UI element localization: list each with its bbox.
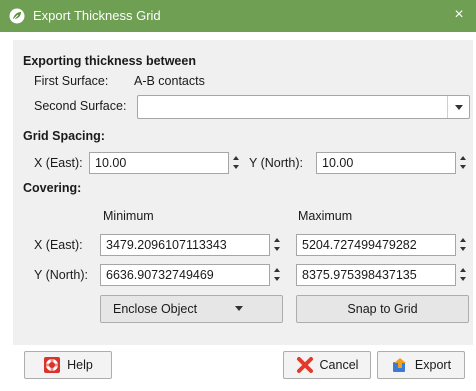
spin-down-icon[interactable] — [460, 277, 466, 281]
export-button[interactable]: Export — [377, 351, 465, 379]
chevron-down-icon — [235, 306, 243, 311]
cancel-label: Cancel — [319, 358, 359, 372]
help-lifebuoy-icon — [44, 356, 61, 373]
covering-x-label: X (East): — [34, 238, 83, 252]
enclose-object-button[interactable]: Enclose Object — [100, 295, 283, 323]
grid-spacing-heading: Grid Spacing: — [23, 129, 105, 143]
covering-y-min-spinner[interactable] — [271, 264, 283, 286]
spin-up-icon[interactable] — [233, 156, 239, 160]
spin-up-icon[interactable] — [274, 268, 280, 272]
covering-y-label: Y (North): — [34, 268, 88, 282]
first-surface-label: First Surface: — [34, 74, 109, 88]
help-button[interactable]: Help — [24, 351, 112, 379]
grid-y-label: Y (North): — [249, 156, 303, 170]
covering-y-min-input[interactable]: 6636.90732749469 — [100, 264, 270, 286]
exporting-heading: Exporting thickness between — [23, 54, 196, 68]
second-surface-select[interactable] — [137, 95, 470, 119]
spin-up-icon[interactable] — [460, 156, 466, 160]
second-surface-dropdown[interactable] — [447, 96, 469, 118]
covering-x-min-input[interactable]: 3479.2096107113343 — [100, 234, 270, 256]
grid-y-input[interactable]: 10.00 — [316, 152, 456, 174]
covering-x-min-spinner[interactable] — [271, 234, 283, 256]
snap-to-grid-button[interactable]: Snap to Grid — [296, 295, 469, 323]
chevron-down-icon — [455, 105, 463, 110]
covering-heading: Covering: — [23, 181, 82, 195]
grid-y-spinner[interactable] — [457, 152, 469, 174]
dialog-panel: Exporting thickness between First Surfac… — [13, 40, 473, 345]
app-leaf-icon — [9, 8, 25, 24]
minimum-header: Minimum — [103, 209, 154, 223]
grid-x-label: X (East): — [34, 156, 83, 170]
spin-down-icon[interactable] — [460, 165, 466, 169]
spin-down-icon[interactable] — [233, 165, 239, 169]
grid-x-input[interactable]: 10.00 — [89, 152, 229, 174]
second-surface-label: Second Surface: — [34, 99, 127, 113]
covering-y-max-spinner[interactable] — [457, 264, 469, 286]
close-icon[interactable]: × — [450, 6, 468, 24]
covering-x-max-spinner[interactable] — [457, 234, 469, 256]
export-label: Export — [414, 358, 452, 372]
window-title: Export Thickness Grid — [33, 8, 161, 23]
spin-up-icon[interactable] — [460, 238, 466, 242]
spin-down-icon[interactable] — [274, 247, 280, 251]
spin-up-icon[interactable] — [460, 268, 466, 272]
grid-x-spinner[interactable] — [230, 152, 242, 174]
maximum-header: Maximum — [298, 209, 353, 223]
spin-down-icon[interactable] — [274, 277, 280, 281]
covering-y-max-input[interactable]: 8375.975398437135 — [296, 264, 456, 286]
spin-down-icon[interactable] — [460, 247, 466, 251]
snap-to-grid-label: Snap to Grid — [347, 302, 418, 316]
help-label: Help — [67, 358, 93, 372]
cancel-button[interactable]: Cancel — [283, 351, 371, 379]
enclose-object-label: Enclose Object — [113, 302, 198, 316]
cancel-x-icon — [296, 356, 313, 373]
spin-up-icon[interactable] — [274, 238, 280, 242]
first-surface-value: A-B contacts — [134, 74, 205, 88]
export-icon — [392, 357, 406, 372]
covering-x-max-input[interactable]: 5204.727499479282 — [296, 234, 456, 256]
title-bar: Export Thickness Grid × — [0, 0, 476, 32]
